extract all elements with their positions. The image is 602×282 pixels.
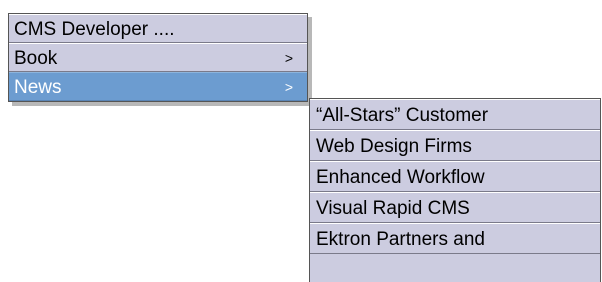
- main-menu: CMS Developer .... Book > News >: [8, 13, 308, 102]
- menu-item-label: CMS Developer ....: [14, 19, 175, 40]
- submenu-item-label: Enhanced Workflow: [316, 167, 485, 188]
- submenu-arrow-icon: >: [284, 50, 293, 66]
- menu-item-book[interactable]: Book >: [9, 43, 307, 72]
- menu-item-label: Book: [14, 48, 58, 69]
- submenu-item-label: Web Design Firms: [316, 136, 472, 157]
- submenu-item-all-stars-customer[interactable]: “All-Stars” Customer: [310, 99, 600, 130]
- submenu-item-enhanced-workflow[interactable]: Enhanced Workflow: [310, 161, 600, 192]
- submenu-item-visual-rapid-cms[interactable]: Visual Rapid CMS: [310, 192, 600, 223]
- menu-item-label: News: [14, 77, 62, 98]
- menu-item-news[interactable]: News >: [9, 72, 307, 101]
- submenu-item-label: “All-Stars” Customer: [316, 105, 489, 126]
- submenu-item-label: Ektron Partners and: [316, 229, 485, 250]
- submenu-item-web-design-firms[interactable]: Web Design Firms: [310, 130, 600, 161]
- menu-item-cms-developer[interactable]: CMS Developer ....: [9, 14, 307, 43]
- submenu-item-label: Visual Rapid CMS: [316, 198, 470, 219]
- submenu-arrow-icon: >: [284, 79, 293, 95]
- submenu-item-ektron-partners[interactable]: Ektron Partners and: [310, 223, 600, 254]
- news-submenu: “All-Stars” Customer Web Design Firms En…: [309, 98, 601, 282]
